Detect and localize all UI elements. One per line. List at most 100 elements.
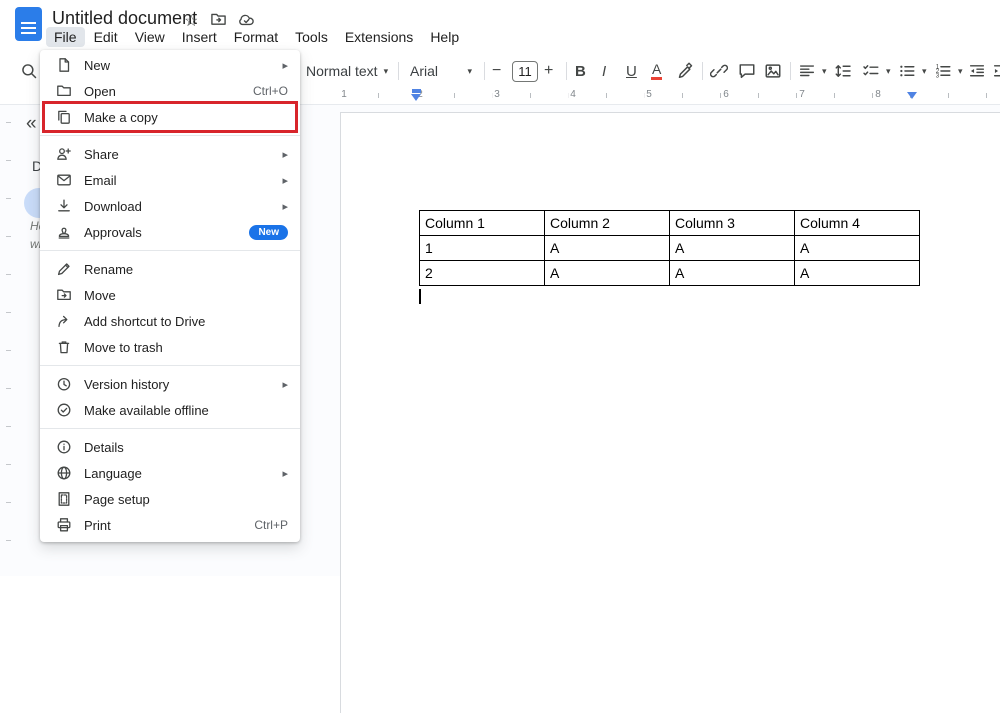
table-cell[interactable]: A <box>669 235 795 261</box>
table-cell[interactable]: A <box>794 235 920 261</box>
menu-divider <box>40 365 300 366</box>
version-history-icon <box>56 376 72 392</box>
menu-item-page-setup[interactable]: Page setup <box>40 486 300 512</box>
insert-image-icon[interactable] <box>764 54 782 88</box>
table-cell[interactable]: Column 3 <box>669 210 795 236</box>
ruler-number: 3 <box>492 89 502 100</box>
offline-check-icon <box>56 402 72 418</box>
menu-tools[interactable]: Tools <box>287 27 336 47</box>
menu-item-details[interactable]: Details <box>40 434 300 460</box>
toolbar-divider <box>398 62 399 80</box>
style-value: Normal text <box>306 63 378 79</box>
decrease-indent-icon[interactable] <box>968 54 986 88</box>
menu-item-label: Make available offline <box>84 402 209 418</box>
chevron-down-icon: ▾ <box>886 65 891 76</box>
menu-item-make-available-offline[interactable]: Make available offline <box>40 397 300 423</box>
increase-indent-icon[interactable] <box>992 54 1000 88</box>
table-cell[interactable]: Column 4 <box>794 210 920 236</box>
document-table[interactable]: Column 1 Column 2 Column 3 Column 4 1 A … <box>419 210 920 286</box>
menu-item-open[interactable]: Open Ctrl+O <box>40 78 300 104</box>
menu-item-share[interactable]: Share ▸ <box>40 141 300 167</box>
font-size-value[interactable]: 11 <box>512 60 538 82</box>
file-menu-panel: New ▸ Open Ctrl+O Make a copy Share ▸ Em… <box>40 50 300 542</box>
menu-item-approvals[interactable]: Approvals New <box>40 219 300 245</box>
menu-item-print[interactable]: Print Ctrl+P <box>40 512 300 538</box>
menu-item-label: Details <box>84 439 124 455</box>
chevron-down-icon: ▾ <box>383 65 389 76</box>
document-status-cloud-icon[interactable] <box>238 11 255 28</box>
checklist-dropdown[interactable]: ▾ <box>862 54 891 88</box>
font-family-dropdown[interactable]: Arial ▾ <box>410 54 472 88</box>
table-cell[interactable]: 1 <box>419 235 545 261</box>
bulleted-list-dropdown[interactable]: ▾ <box>898 54 927 88</box>
menu-item-version-history[interactable]: Version history ▸ <box>40 371 300 397</box>
ruler-number: 5 <box>644 89 654 100</box>
bold-button[interactable]: B <box>575 54 586 88</box>
new-badge: New <box>249 224 288 240</box>
numbered-list-dropdown[interactable]: 123 ▾ <box>934 54 963 88</box>
folder-open-icon <box>56 83 72 99</box>
menu-item-label: Language <box>84 465 142 481</box>
menu-item-move-to-trash[interactable]: Move to trash <box>40 334 300 360</box>
menu-divider <box>40 135 300 136</box>
ruler-number: 8 <box>873 89 883 100</box>
table-cell[interactable]: Column 2 <box>544 210 670 236</box>
italic-button[interactable]: I <box>602 54 606 88</box>
highlight-color-icon[interactable] <box>677 54 695 88</box>
menu-insert[interactable]: Insert <box>174 27 225 47</box>
menu-item-move[interactable]: Move <box>40 282 300 308</box>
table-cell[interactable]: Column 1 <box>419 210 545 236</box>
menu-item-label: New <box>84 57 111 73</box>
move-to-folder-icon[interactable] <box>210 11 227 28</box>
menu-format[interactable]: Format <box>226 27 286 47</box>
toolbar-divider <box>702 62 703 80</box>
line-spacing-icon[interactable] <box>834 54 852 88</box>
search-menus-icon[interactable] <box>20 54 38 88</box>
decrease-font-size-button[interactable]: − <box>492 54 501 88</box>
menu-edit[interactable]: Edit <box>86 27 126 47</box>
add-comment-icon[interactable] <box>738 54 756 88</box>
table-cell[interactable]: A <box>669 260 795 286</box>
document-title[interactable]: Untitled document <box>52 8 197 29</box>
menu-divider <box>40 250 300 251</box>
left-indent-marker[interactable] <box>411 94 421 101</box>
align-dropdown[interactable]: ▾ <box>798 54 827 88</box>
menu-item-new[interactable]: New ▸ <box>40 52 300 78</box>
menu-view[interactable]: View <box>127 27 173 47</box>
menu-help[interactable]: Help <box>422 27 467 47</box>
document-page[interactable]: Column 1 Column 2 Column 3 Column 4 1 A … <box>340 112 1000 713</box>
table-cell[interactable]: A <box>794 260 920 286</box>
menu-item-add-shortcut-to-drive[interactable]: Add shortcut to Drive <box>40 308 300 334</box>
paragraph-style-dropdown[interactable]: Normal text ▾ <box>306 54 388 88</box>
google-docs-logo[interactable] <box>15 7 42 41</box>
shortcut-label: Ctrl+O <box>252 84 288 98</box>
text-color-button[interactable]: A <box>651 54 663 88</box>
copy-icon <box>56 109 72 125</box>
underline-button[interactable]: U <box>626 54 637 88</box>
download-icon <box>56 198 72 214</box>
first-line-indent-marker[interactable] <box>412 89 421 93</box>
menu-item-label: Email <box>84 172 117 188</box>
shortcut-label: Ctrl+P <box>254 518 288 532</box>
menu-item-download[interactable]: Download ▸ <box>40 193 300 219</box>
table-row: 2 A A A <box>419 260 920 286</box>
collapse-outline-icon[interactable]: « <box>26 113 37 135</box>
increase-font-size-button[interactable]: + <box>544 54 553 88</box>
menu-item-make-a-copy[interactable]: Make a copy <box>40 104 300 130</box>
menu-item-rename[interactable]: Rename <box>40 256 300 282</box>
menu-file[interactable]: File <box>46 27 85 47</box>
menu-item-label: Print <box>84 517 111 533</box>
menu-item-language[interactable]: Language ▸ <box>40 460 300 486</box>
submenu-arrow-icon: ▸ <box>282 378 288 391</box>
table-cell[interactable]: 2 <box>419 260 545 286</box>
right-indent-marker[interactable] <box>907 92 917 99</box>
font-size-input[interactable]: 11 <box>512 54 538 88</box>
menu-extensions[interactable]: Extensions <box>337 27 421 47</box>
menu-item-email[interactable]: Email ▸ <box>40 167 300 193</box>
table-cell[interactable]: A <box>544 235 670 261</box>
insert-link-icon[interactable] <box>710 54 728 88</box>
menu-item-label: Add shortcut to Drive <box>84 313 206 329</box>
menu-divider <box>40 428 300 429</box>
table-cell[interactable]: A <box>544 260 670 286</box>
text-color-letter: A <box>651 62 663 80</box>
